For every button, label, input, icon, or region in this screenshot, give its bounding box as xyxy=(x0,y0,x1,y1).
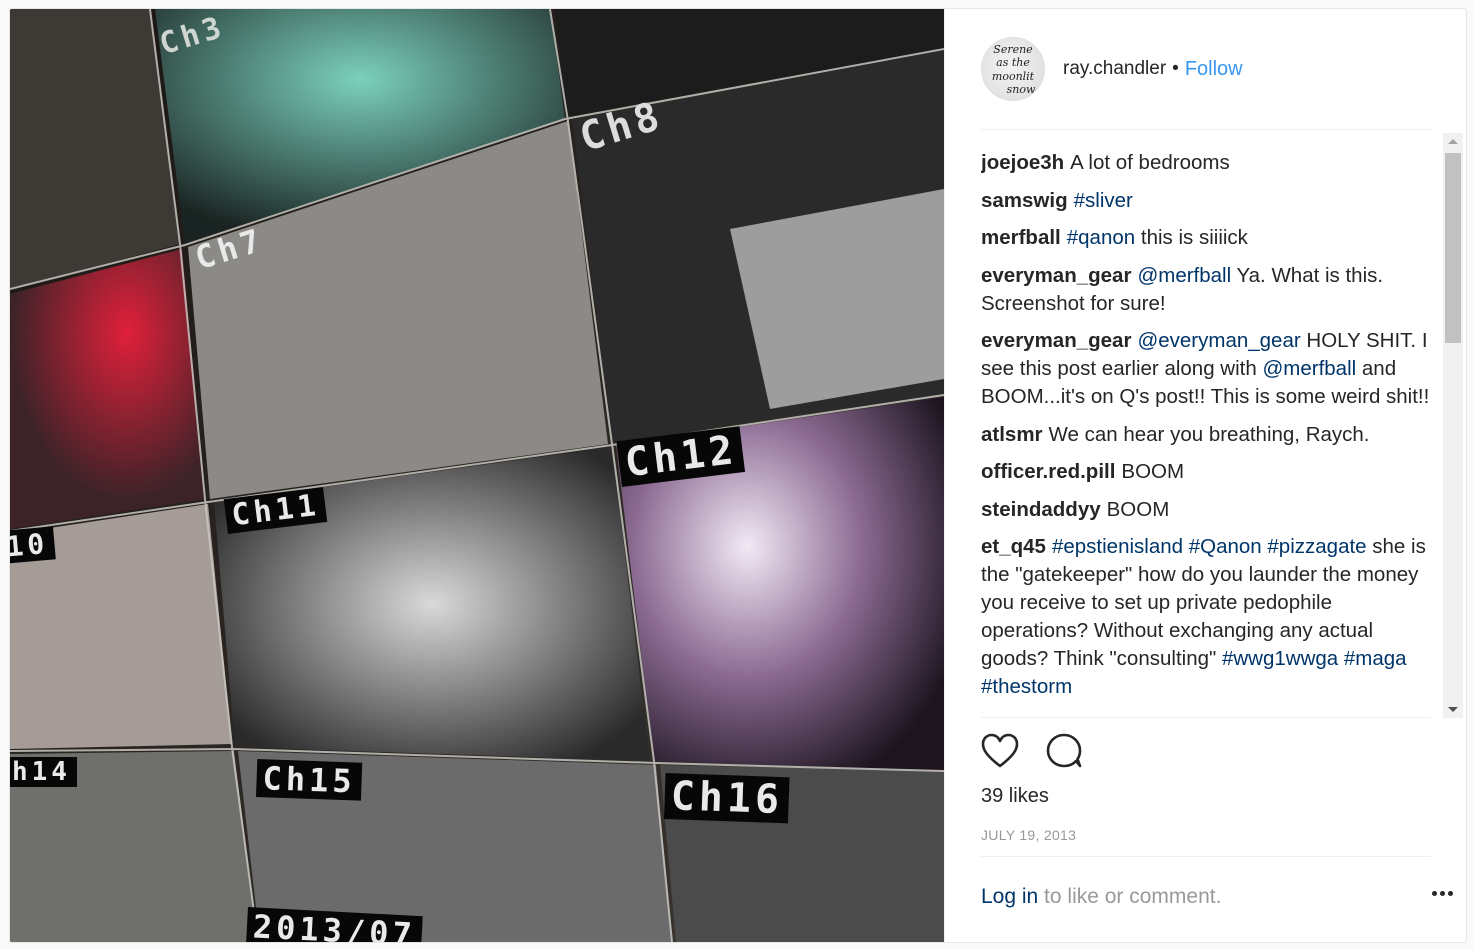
speech-bubble-icon xyxy=(1046,733,1082,768)
comment-username[interactable]: everyman_gear xyxy=(981,329,1131,352)
divider xyxy=(981,717,1431,718)
arrow-down-icon xyxy=(1448,707,1458,712)
hashtag-link[interactable]: #sliver xyxy=(1074,189,1133,212)
hashtag-link[interactable]: #qanon xyxy=(1067,226,1135,249)
divider xyxy=(981,129,1431,130)
avatar-text: moonlit xyxy=(991,70,1035,83)
arrow-up-icon xyxy=(1448,139,1458,144)
avatar-text: snow xyxy=(1006,83,1036,96)
post-actions xyxy=(981,733,1083,769)
mention-link[interactable]: @merfball xyxy=(1262,357,1356,380)
comment-username[interactable]: et_q45 xyxy=(981,535,1046,558)
comment-item: atlsmr We can hear you breathing, Raych. xyxy=(981,421,1431,449)
comment-item: samswig #sliver xyxy=(981,187,1431,215)
like-button[interactable] xyxy=(981,733,1019,769)
comment-text: A lot of bedrooms xyxy=(1070,151,1230,174)
comment-item: everyman_gear @everyman_gear HOLY SHIT. I… xyxy=(981,327,1431,411)
hashtag-link[interactable]: #maga xyxy=(1344,647,1407,670)
separator-dot: • xyxy=(1172,58,1179,79)
avatar-text: as the xyxy=(996,56,1030,69)
comment-text: this is siiiick xyxy=(1135,226,1248,249)
post-side-panel: Serene as the moonlit snow ray.chandler … xyxy=(944,9,1466,942)
hashtag-link[interactable]: #pizzagate xyxy=(1267,535,1366,558)
cctv-monitor-image xyxy=(10,9,944,942)
login-prompt: Log in to like or comment. xyxy=(981,885,1431,909)
comment-username[interactable]: everyman_gear xyxy=(981,264,1131,287)
comment-item: merfball #qanon this is siiiick xyxy=(981,224,1431,252)
scrollbar-thumb[interactable] xyxy=(1445,153,1461,343)
comment-item: steindaddyy BOOM xyxy=(981,496,1431,524)
heart-outline-icon xyxy=(981,733,1019,768)
post-header: Serene as the moonlit snow ray.chandler … xyxy=(981,37,1431,101)
channel-label: Ch16 xyxy=(664,773,790,824)
avatar-text: Serene xyxy=(993,43,1033,56)
comment-item: everyman_gear @merfball Ya. What is this.… xyxy=(981,262,1431,318)
divider xyxy=(981,856,1431,857)
comment-username[interactable]: merfball xyxy=(981,226,1061,249)
post-date[interactable]: JULY 19, 2013 xyxy=(981,827,1076,843)
comment-button[interactable] xyxy=(1045,733,1083,769)
post-card: Ch3 Ch7 Ch8 10 Ch11 Ch12 h14 Ch15 Ch16 2… xyxy=(9,8,1467,943)
comments-list[interactable]: joejoe3h A lot of bedrooms samswig #sliver m… xyxy=(981,149,1431,715)
comment-username[interactable]: samswig xyxy=(981,189,1068,212)
scroll-up-button[interactable] xyxy=(1443,133,1463,150)
comment-text: We can hear you breathing, Raych. xyxy=(1048,422,1370,446)
avatar[interactable]: Serene as the moonlit snow xyxy=(981,37,1045,101)
comment-item: et_q45 #epstienisland #Qanon #pizzagate s… xyxy=(981,533,1431,701)
mention-link[interactable]: @everyman_gear xyxy=(1137,329,1300,352)
comment-text: BOOM xyxy=(1121,460,1185,483)
hashtag-link[interactable]: #wwg1wwga xyxy=(1222,647,1338,670)
comments-scrollbar[interactable] xyxy=(1443,133,1463,718)
likes-count[interactable]: 39 likes xyxy=(981,785,1049,808)
comment-username[interactable]: officer.red.pill xyxy=(981,460,1115,483)
comment-username[interactable]: joejoe3h xyxy=(981,151,1064,174)
comment-item: officer.red.pill BOOM xyxy=(981,458,1431,486)
comment-username[interactable]: steindaddyy xyxy=(981,498,1101,521)
channel-label: 10 xyxy=(10,526,56,564)
username-link[interactable]: ray.chandler xyxy=(1063,58,1166,80)
hashtag-link[interactable]: #epstienisland xyxy=(1052,535,1183,558)
channel-label: h14 xyxy=(10,757,77,787)
comment-text: BOOM xyxy=(1106,497,1170,521)
scroll-down-button[interactable] xyxy=(1443,701,1463,718)
more-options-button[interactable] xyxy=(1432,891,1453,896)
comment-item: joejoe3h A lot of bedrooms xyxy=(981,149,1431,177)
hashtag-link[interactable]: #Qanon xyxy=(1189,535,1262,558)
mention-link[interactable]: @merfball xyxy=(1137,264,1231,287)
hashtag-link[interactable]: #thestorm xyxy=(981,675,1072,698)
ellipsis-icon xyxy=(1432,891,1453,896)
follow-button[interactable]: Follow xyxy=(1185,58,1243,81)
post-photo[interactable]: Ch3 Ch7 Ch8 10 Ch11 Ch12 h14 Ch15 Ch16 2… xyxy=(10,9,944,942)
panel-ch6 xyxy=(10,249,205,529)
comment-username[interactable]: atlsmr xyxy=(981,423,1043,446)
login-link[interactable]: Log in xyxy=(981,885,1038,908)
channel-label: Ch15 xyxy=(256,759,363,801)
login-prompt-text: to like or comment. xyxy=(1038,885,1222,908)
